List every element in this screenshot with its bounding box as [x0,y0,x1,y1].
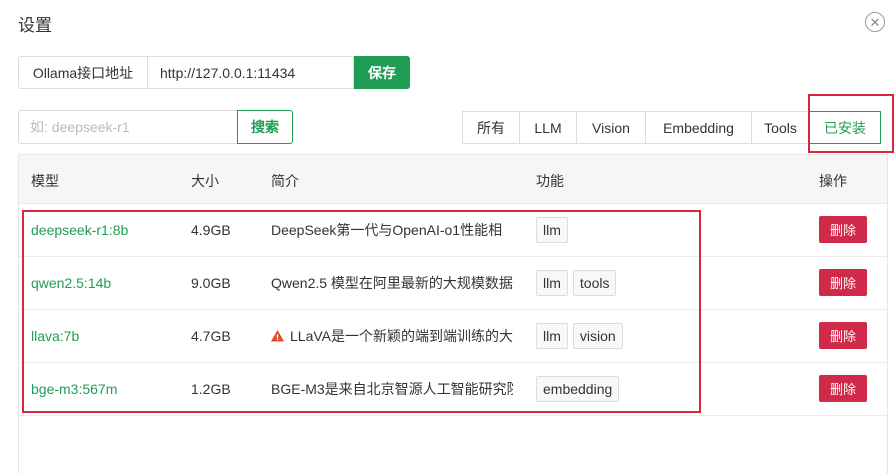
delete-button[interactable]: 删除 [819,269,867,296]
api-url-input[interactable]: http://127.0.0.1:11434 [147,56,354,89]
header-actions: 操作 [819,173,847,189]
feature-tag: tools [572,269,617,296]
actions-cell: 删除 [819,256,867,309]
table-row: qwen2.5:14b 9.0GB Qwen2.5 模型在阿里最新的大规模数据 … [19,256,887,310]
model-name[interactable]: deepseek-r1:8b [31,203,128,256]
save-button[interactable]: 保存 [354,56,410,89]
delete-button[interactable]: 删除 [819,216,867,243]
feature-tag: llm [536,216,568,243]
model-name[interactable]: bge-m3:567m [31,362,117,415]
actions-cell: 删除 [819,309,867,362]
model-desc: DeepSeek第一代与OpenAI-o1性能相 [271,221,503,238]
search-button[interactable]: 搜索 [237,110,293,144]
table-row: bge-m3:567m 1.2GB BGE-M3是来自北京智源人工智能研究院 e… [19,362,887,416]
feature-tag: llm [536,269,568,296]
feature-tag: embedding [536,375,620,402]
search-input[interactable]: 如: deepseek-r1 [18,110,237,144]
feature-tags: llm vision [536,309,628,362]
model-desc: LLaVA是一个新颖的端到端训练的大 [290,327,513,344]
delete-button[interactable]: 删除 [819,375,867,402]
header-size: 大小 [191,173,219,189]
model-desc: BGE-M3是来自北京智源人工智能研究院 [271,380,513,397]
header-desc: 简介 [271,173,299,189]
model-desc: Qwen2.5 模型在阿里最新的大规模数据 [271,274,513,291]
feature-tag: llm [536,322,568,349]
actions-cell: 删除 [819,362,867,415]
delete-button[interactable]: 删除 [819,322,867,349]
model-name[interactable]: llava:7b [31,309,79,362]
model-size: 4.7GB [191,327,231,344]
filter-tab-tools[interactable]: Tools [751,111,810,144]
model-size: 4.9GB [191,221,231,238]
model-size: 9.0GB [191,274,231,291]
feature-tag: vision [572,322,623,349]
model-size: 1.2GB [191,380,231,397]
table-header: 模型 大小 简介 功能 操作 [19,155,887,204]
api-row: Ollama接口地址 http://127.0.0.1:11434 保存 [18,56,410,89]
feature-tags: llm tools [536,256,621,309]
search-row: 如: deepseek-r1 搜索 [18,110,293,144]
filter-tab-vision[interactable]: Vision [576,111,646,144]
header-model: 模型 [31,173,59,189]
models-table: 模型 大小 简介 功能 操作 deepseek-r1:8b 4.9GB Deep… [18,154,888,474]
filter-tab-all[interactable]: 所有 [462,111,520,144]
filter-tab-llm[interactable]: LLM [519,111,577,144]
model-desc-cell: LLaVA是一个新颖的端到端训练的大 [271,309,513,362]
table-row: deepseek-r1:8b 4.9GB DeepSeek第一代与OpenAI-… [19,203,887,257]
close-icon[interactable]: ✕ [865,12,885,32]
table-row: llava:7b 4.7GB LLaVA是一个新颖的端到端训练的大 llm vi… [19,309,887,363]
filter-tabs: 所有 LLM Vision Embedding Tools 已安装 [462,111,881,144]
filter-tab-installed[interactable]: 已安装 [809,111,881,144]
filter-tab-embedding[interactable]: Embedding [645,111,752,144]
header-features: 功能 [536,173,564,189]
api-label: Ollama接口地址 [18,56,147,89]
feature-tags: embedding [536,362,624,415]
warning-triangle-icon [271,329,284,341]
dialog-title: 设置 [18,16,52,35]
actions-cell: 删除 [819,203,867,256]
feature-tags: llm [536,203,573,256]
model-name[interactable]: qwen2.5:14b [31,256,111,309]
